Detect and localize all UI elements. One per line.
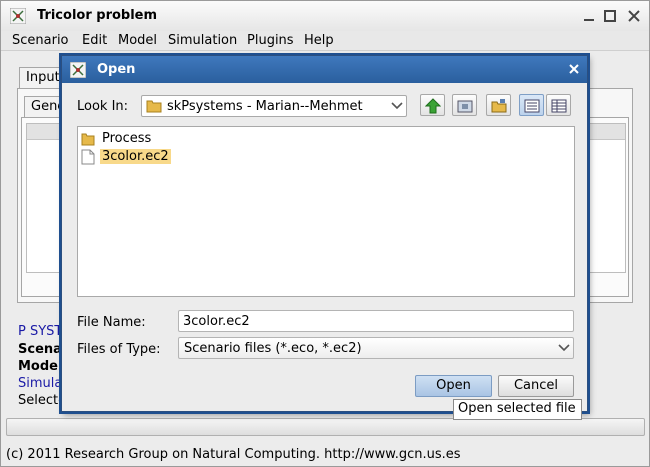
tab-input-label: Input	[26, 70, 60, 85]
menu-simulation[interactable]: Simulation	[168, 33, 237, 48]
minimize-icon[interactable]	[582, 9, 596, 23]
main-titlebar[interactable]: Tricolor problem	[1, 1, 649, 31]
files-of-type-combo[interactable]: Scenario files (*.eco, *.ec2)	[178, 337, 574, 359]
maximize-icon[interactable]	[603, 9, 617, 23]
footer-text: (c) 2011 Research Group on Natural Compu…	[6, 447, 461, 462]
file-icon	[81, 149, 95, 165]
list-view-button[interactable]	[519, 94, 544, 116]
open-dialog: Open Look In: skPsystems - Marian--Mehme…	[61, 55, 588, 412]
progress-bar	[6, 418, 645, 436]
menu-plugins[interactable]: Plugins	[247, 33, 294, 48]
up-arrow-icon	[425, 98, 441, 114]
list-view-icon	[524, 99, 540, 113]
new-folder-button[interactable]	[486, 94, 511, 116]
chevron-down-icon	[391, 102, 403, 110]
folder-icon	[146, 100, 162, 113]
open-button[interactable]: Open	[415, 375, 492, 397]
look-in-value: skPsystems - Marian--Mehmet	[167, 99, 363, 114]
menu-edit[interactable]: Edit	[82, 33, 107, 48]
window-title: Tricolor problem	[37, 8, 158, 23]
menubar: Scenario Edit Model Simulation Plugins H…	[1, 31, 649, 51]
files-of-type-label: Files of Type:	[77, 342, 161, 357]
dialog-title: Open	[97, 62, 136, 77]
model-label: Model	[18, 359, 63, 374]
selected-label: Selected	[18, 393, 63, 408]
close-icon[interactable]	[627, 9, 641, 23]
cancel-button[interactable]: Cancel	[498, 375, 574, 397]
simulation-link[interactable]: Simulation	[18, 376, 63, 391]
app-icon	[10, 8, 26, 24]
menu-model[interactable]: Model	[118, 33, 157, 48]
files-of-type-value: Scenario files (*.eco, *.ec2)	[184, 341, 362, 356]
chevron-down-icon	[558, 344, 570, 352]
look-in-label: Look In:	[77, 99, 129, 114]
look-in-combo[interactable]: skPsystems - Marian--Mehmet	[141, 95, 407, 117]
menu-scenario[interactable]: Scenario	[12, 33, 69, 48]
new-folder-icon	[491, 99, 507, 113]
up-one-level-button[interactable]	[420, 94, 445, 116]
close-icon[interactable]	[567, 62, 581, 76]
details-view-icon	[551, 99, 567, 113]
file-list[interactable]: Process 3color.ec2	[77, 126, 575, 297]
dialog-titlebar[interactable]: Open	[62, 56, 587, 83]
file-name-label: File Name:	[77, 315, 146, 330]
psystem-link[interactable]: P SYSTEM	[18, 324, 63, 339]
menu-help[interactable]: Help	[304, 33, 334, 48]
home-folder-button[interactable]	[452, 94, 477, 116]
home-folder-icon	[457, 100, 473, 113]
folder-icon	[81, 133, 95, 146]
app-icon	[70, 62, 86, 78]
file-name-field[interactable]	[178, 310, 574, 332]
details-view-button[interactable]	[546, 94, 571, 116]
file-name: Process	[102, 131, 152, 146]
file-name: 3color.ec2	[100, 149, 171, 164]
tooltip: Open selected file	[453, 399, 582, 420]
scenario-label: Scenario	[18, 342, 63, 357]
